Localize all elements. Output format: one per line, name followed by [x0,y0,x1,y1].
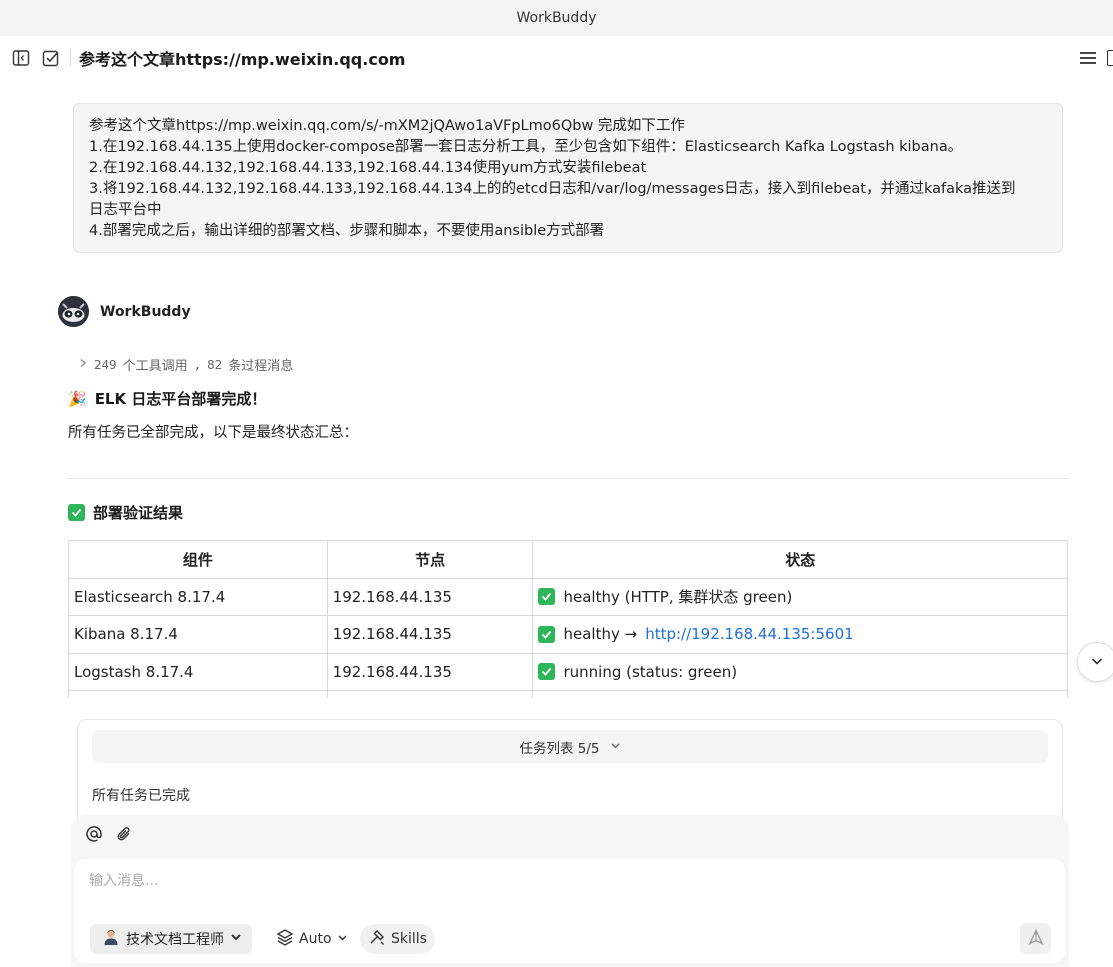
chevron-right-icon [78,357,88,372]
skills-icon [368,928,386,950]
skills-label: Skills [391,931,427,947]
chevron-down-icon [1090,653,1104,672]
table-row: Elasticsearch 8.17.4 192.168.44.135 heal… [68,577,1068,616]
user-message-line: 3.将192.168.44.132,192.168.44.133,192.168… [89,181,1016,197]
cell-component: Elasticsearch 8.17.4 [68,577,328,616]
task-list-panel: 任务列表 5/5 所有任务已完成 [77,719,1063,829]
new-task-icon[interactable] [40,47,62,69]
panel-toggle-icon[interactable] [1107,50,1113,66]
cell-node: 192.168.44.135 [326,615,534,654]
section-divider [68,478,1068,479]
task-list-status: 所有任务已完成 [92,788,190,804]
chevron-down-icon [610,739,621,755]
layers-icon [276,928,294,950]
summary-separator: , [193,357,202,372]
task-list-title: 任务列表 [519,740,574,757]
cell-status: healthy → http://192.168.44.135:5601 [532,615,1068,654]
persona-selector[interactable]: 技术文档工程师 [90,924,252,954]
scroll-to-bottom-button[interactable] [1077,642,1113,682]
checkmark-icon [538,588,556,606]
status-text: healthy → [563,625,638,644]
process-messages-label: 条过程消息 [228,359,294,374]
chevron-down-icon [230,931,242,947]
checkmark-icon [538,625,556,643]
cell-node: 192.168.44.135 [326,652,534,691]
party-popper-icon: 🎉 [68,389,87,408]
table-header-row: 组件 节点 状态 [68,540,1068,579]
result-subtitle: 所有任务已全部完成，以下是最终状态汇总： [68,425,358,441]
table-row: Logstash 8.17.4 192.168.44.135 running (… [68,652,1068,691]
column-header-status: 状态 [532,540,1068,579]
chat-scroll-area[interactable]: 参考这个文章https://mp.weixin.qq.com/s/-mXM2jQ… [0,80,1113,698]
user-message: 参考这个文章https://mp.weixin.qq.com/s/-mXM2jQ… [73,103,1063,253]
model-label: Auto [299,931,332,947]
verify-title: 部署验证结果 [93,504,184,522]
cell-status: running (status: green) [532,652,1068,691]
cell-component: Kibana 8.17.4 [68,615,328,654]
process-messages-count: 82 [207,357,223,372]
composer-toolbar [85,825,133,847]
menu-icon[interactable] [1077,47,1099,69]
model-selector[interactable]: Auto [276,924,348,954]
tool-calls-summary[interactable]: 249 个工具调用 , 82 条过程消息 [78,355,293,374]
user-message-line: 4.部署完成之后，输出详细的部署文档、步骤和脚本，不要使用ansible方式部署 [89,223,605,239]
status-table: 组件 节点 状态 Elasticsearch 8.17.4 192.168.44… [68,540,1068,698]
cell-component: Logstash 8.17.4 [68,652,328,691]
paperclip-icon[interactable] [115,825,133,847]
column-header-node: 节点 [326,540,534,579]
user-message-line: 2.在192.168.44.132,192.168.44.133,192.168… [89,160,647,176]
message-composer: 技术文档工程师 Auto Skills [71,815,1069,967]
header-divider [70,49,71,67]
send-button[interactable] [1020,923,1051,954]
at-icon[interactable] [85,825,103,847]
cell-status: healthy (HTTP, 集群状态 green) [532,577,1068,616]
tool-calls-count: 249 [94,357,117,372]
task-list-toggle[interactable]: 任务列表 5/5 [92,730,1048,763]
user-message-line: 日志平台中 [89,202,162,218]
checkmark-icon [68,504,85,521]
sidebar-toggle-icon[interactable] [10,47,32,69]
user-message-line: 参考这个文章https://mp.weixin.qq.com/s/-mXM2jQ… [89,118,685,134]
skills-button[interactable]: Skills [360,924,435,954]
conversation-header: 参考这个文章https://mp.weixin.qq.com [0,36,1113,80]
user-message-line: 1.在192.168.44.135上使用docker-compose部署一套日志… [89,139,963,155]
column-header-component: 组件 [68,540,328,579]
table-row [68,690,1068,698]
conversation-title: 参考这个文章https://mp.weixin.qq.com [79,50,406,69]
kibana-url-link[interactable]: http://192.168.44.135:5601 [645,625,853,643]
table-row: Kibana 8.17.4 192.168.44.135 healthy → h… [68,615,1068,654]
status-text: healthy (HTTP, 集群状态 green) [563,588,793,607]
send-icon [1028,928,1044,949]
message-input[interactable] [89,873,889,889]
assistant-name: WorkBuddy [100,304,191,320]
cell-node: 192.168.44.135 [326,577,534,616]
composer-input-area: 技术文档工程师 Auto Skills [74,859,1065,963]
chevron-down-icon [337,931,348,947]
persona-label: 技术文档工程师 [126,932,224,948]
task-list-progress: 5/5 [577,740,600,757]
window-title: WorkBuddy [516,10,597,26]
result-title: ELK 日志平台部署完成！ [94,390,267,408]
window-titlebar: WorkBuddy [0,0,1113,36]
verify-heading: 部署验证结果 [68,502,183,523]
checkmark-icon [538,663,556,681]
persona-avatar [102,928,120,950]
status-text: running (status: green) [563,662,738,681]
result-heading: 🎉 ELK 日志平台部署完成！ [68,388,266,409]
assistant-avatar [58,296,89,327]
tool-calls-label: 个工具调用 [122,359,188,374]
